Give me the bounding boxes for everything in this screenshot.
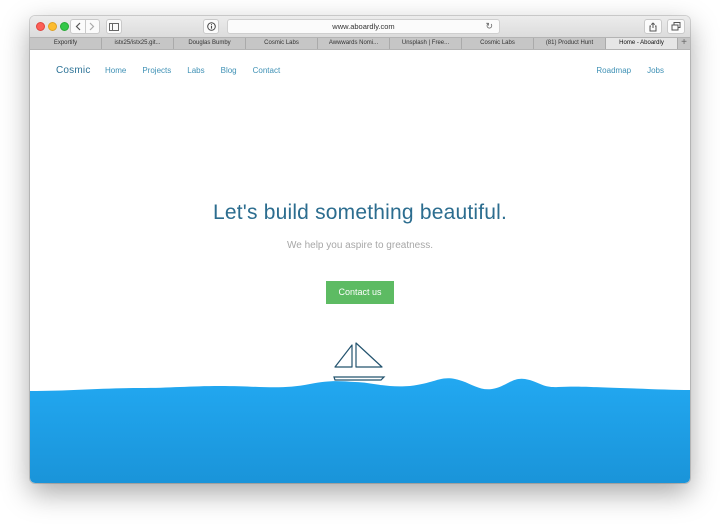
address-bar[interactable]: www.aboardly.com ↻ xyxy=(227,19,500,34)
hero-subtitle: We help you aspire to greatness. xyxy=(286,240,433,251)
share-icon[interactable] xyxy=(644,19,662,34)
tab-istx25[interactable]: istx25/istx25.git... xyxy=(102,38,174,49)
web-page: Cosmic Home Projects Labs Blog Contact R… xyxy=(30,50,690,483)
info-icon[interactable] xyxy=(203,19,219,34)
tab-bar: Exportify istx25/istx25.git... Douglas B… xyxy=(30,37,690,50)
zoom-window-button[interactable] xyxy=(60,22,69,31)
browser-toolbar: www.aboardly.com ↻ xyxy=(30,16,690,37)
nav-link-jobs[interactable]: Jobs xyxy=(647,66,664,75)
history-nav-group xyxy=(70,19,100,34)
primary-nav: Home Projects Labs Blog Contact xyxy=(105,66,280,75)
forward-icon[interactable] xyxy=(84,20,99,33)
nav-link-blog[interactable]: Blog xyxy=(221,66,237,75)
minimize-window-button[interactable] xyxy=(48,22,57,31)
sea-illustration xyxy=(30,342,690,483)
tab-cosmic-labs[interactable]: Cosmic Labs xyxy=(246,38,318,49)
site-header: Cosmic Home Projects Labs Blog Contact R… xyxy=(30,50,690,90)
close-window-button[interactable] xyxy=(36,22,45,31)
contact-us-button[interactable]: Contact us xyxy=(326,281,394,304)
sidebar-icon[interactable] xyxy=(106,19,122,34)
sea-wave xyxy=(30,378,690,483)
tab-product-hunt[interactable]: (81) Product Hunt xyxy=(534,38,606,49)
sailboat-icon xyxy=(333,342,386,381)
tabs-overview-icon[interactable] xyxy=(667,19,685,34)
new-tab-button[interactable]: + xyxy=(678,38,690,49)
secondary-nav: Roadmap Jobs xyxy=(596,66,664,75)
tab-awwwards[interactable]: Awwwards Nomi... xyxy=(318,38,390,49)
nav-link-labs[interactable]: Labs xyxy=(187,66,204,75)
reload-icon[interactable]: ↻ xyxy=(485,20,493,33)
tab-douglas-bumby[interactable]: Douglas Bumby xyxy=(174,38,246,49)
nav-link-projects[interactable]: Projects xyxy=(142,66,171,75)
url-text: www.aboardly.com xyxy=(332,22,395,31)
tab-cosmic-labs-2[interactable]: Cosmic Labs xyxy=(462,38,534,49)
tab-unsplash[interactable]: Unsplash | Free... xyxy=(390,38,462,49)
site-logo[interactable]: Cosmic xyxy=(56,65,91,76)
tab-exportify[interactable]: Exportify xyxy=(30,38,102,49)
nav-link-contact[interactable]: Contact xyxy=(253,66,281,75)
back-icon[interactable] xyxy=(71,20,85,33)
hero-title: Let's build something beautiful. xyxy=(212,201,508,224)
browser-window: www.aboardly.com ↻ Exportify istx25/istx… xyxy=(30,16,690,483)
nav-link-home[interactable]: Home xyxy=(105,66,126,75)
nav-link-roadmap[interactable]: Roadmap xyxy=(596,66,631,75)
tab-aboardly-active[interactable]: Home - Aboardly xyxy=(606,38,678,49)
